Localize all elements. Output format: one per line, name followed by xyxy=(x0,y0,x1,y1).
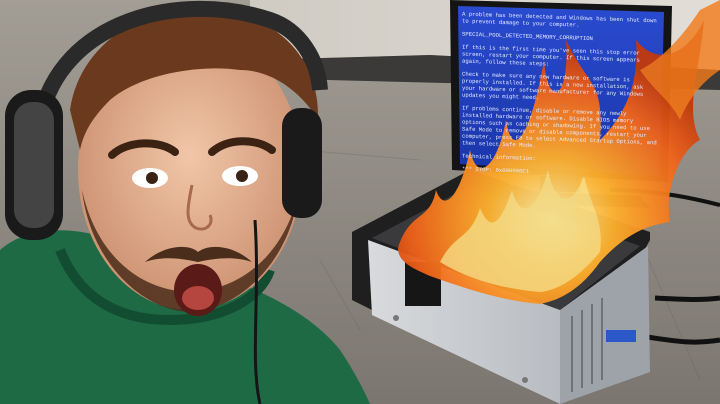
bsod-line-4: Check to make sure any new hardware or s… xyxy=(462,70,647,102)
bsod-text: A problem has been detected and Windows … xyxy=(462,11,660,178)
bsod-line-5: If problems continue, disable or remove … xyxy=(462,104,660,150)
bsod-line-6: Technical information: xyxy=(462,152,536,163)
right-headphone-cup xyxy=(282,108,322,218)
bsod-line-2: SPECIAL_POOL_DETECTED_MEMORY_CORRUPTION xyxy=(462,30,593,43)
thumbnail-scene: A problem has been detected and Windows … xyxy=(0,0,720,404)
person xyxy=(0,0,370,404)
bsod-line-3: If this is the first time you've seen th… xyxy=(462,43,644,68)
